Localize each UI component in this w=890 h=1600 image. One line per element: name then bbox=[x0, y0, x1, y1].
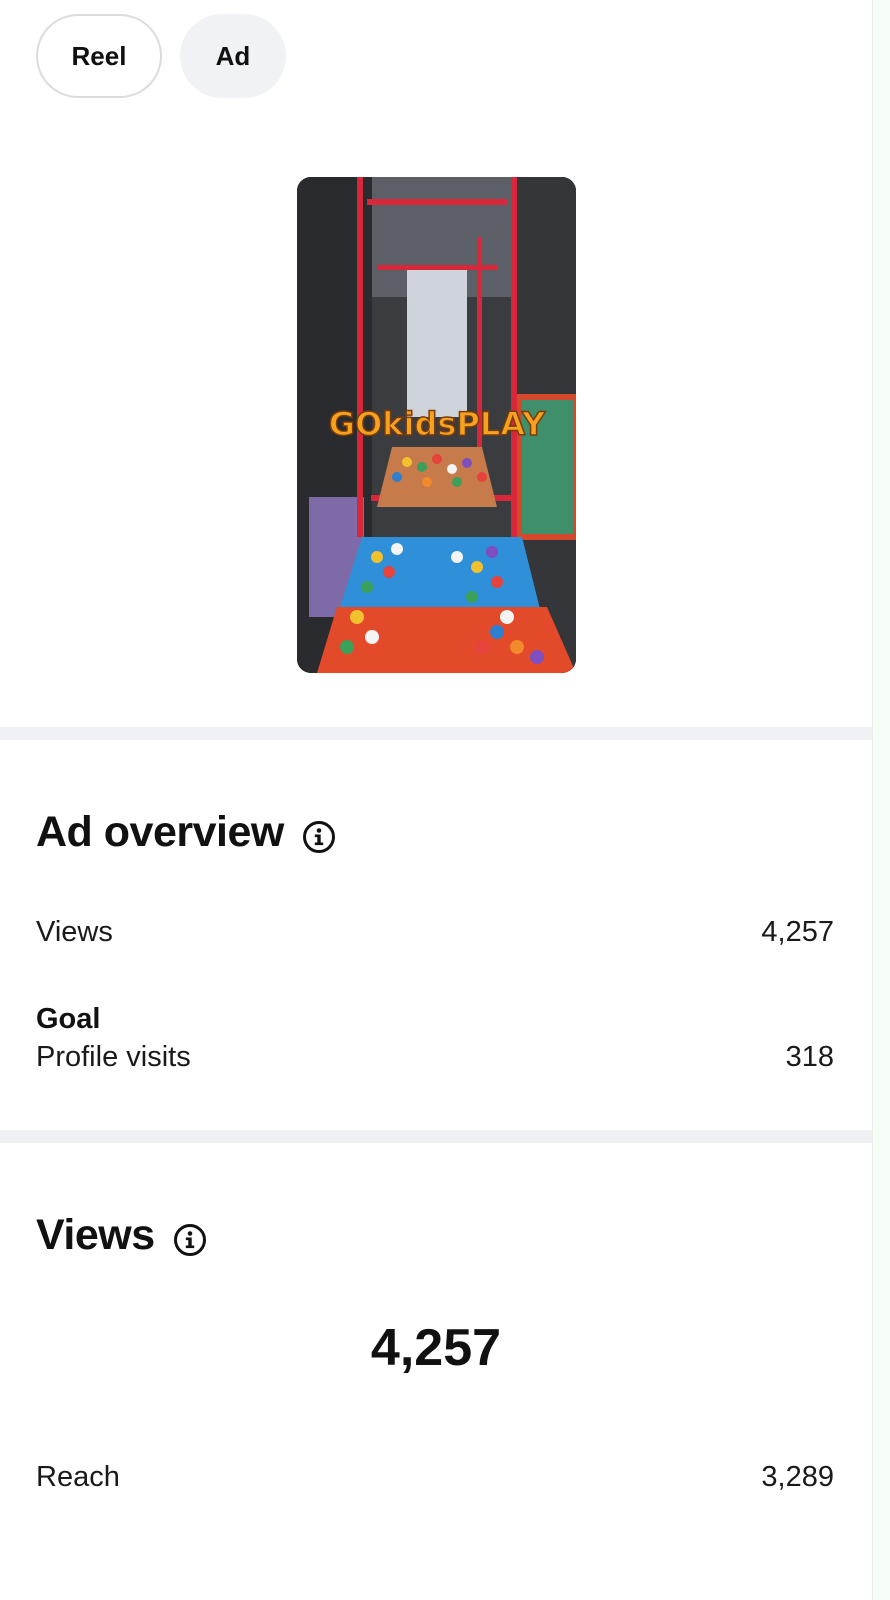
views-total: 4,257 bbox=[370, 1319, 502, 1377]
info-circle-icon[interactable] bbox=[302, 816, 336, 853]
reel-thumbnail-image: GOkidsPLAY bbox=[297, 177, 576, 673]
goal-value: 318 bbox=[785, 1041, 834, 1073]
info-circle-icon[interactable] bbox=[173, 1219, 207, 1256]
section-divider bbox=[0, 1130, 872, 1143]
views-label: Views bbox=[36, 916, 113, 948]
ad-overview-title: Ad overview bbox=[36, 808, 284, 856]
goal-heading: Goal bbox=[36, 1003, 101, 1035]
views-section-title: Views bbox=[36, 1211, 155, 1259]
window-edge bbox=[872, 0, 890, 1600]
reel-logo-text: GOkidsPLAY bbox=[329, 405, 546, 443]
content-type-tabs: Reel Ad bbox=[36, 14, 286, 98]
reach-value: 3,289 bbox=[761, 1461, 834, 1493]
reel-thumbnail[interactable]: GOkidsPLAY bbox=[297, 177, 576, 673]
section-divider bbox=[0, 727, 872, 740]
tab-ad-label: Ad bbox=[215, 40, 251, 71]
ad-insights-page: Reel Ad GOkidsPLAY Ad overview Views 4,2… bbox=[0, 0, 872, 1600]
ad-overview-heading: Ad overview bbox=[36, 808, 336, 857]
tab-ad[interactable]: Ad bbox=[180, 14, 286, 98]
goal-label: Profile visits bbox=[36, 1041, 191, 1073]
views-section-heading: Views bbox=[36, 1211, 207, 1260]
tab-reel-label: Reel bbox=[71, 40, 127, 71]
views-value: 4,257 bbox=[761, 916, 834, 948]
reach-label: Reach bbox=[36, 1461, 120, 1493]
tab-reel[interactable]: Reel bbox=[36, 14, 162, 98]
